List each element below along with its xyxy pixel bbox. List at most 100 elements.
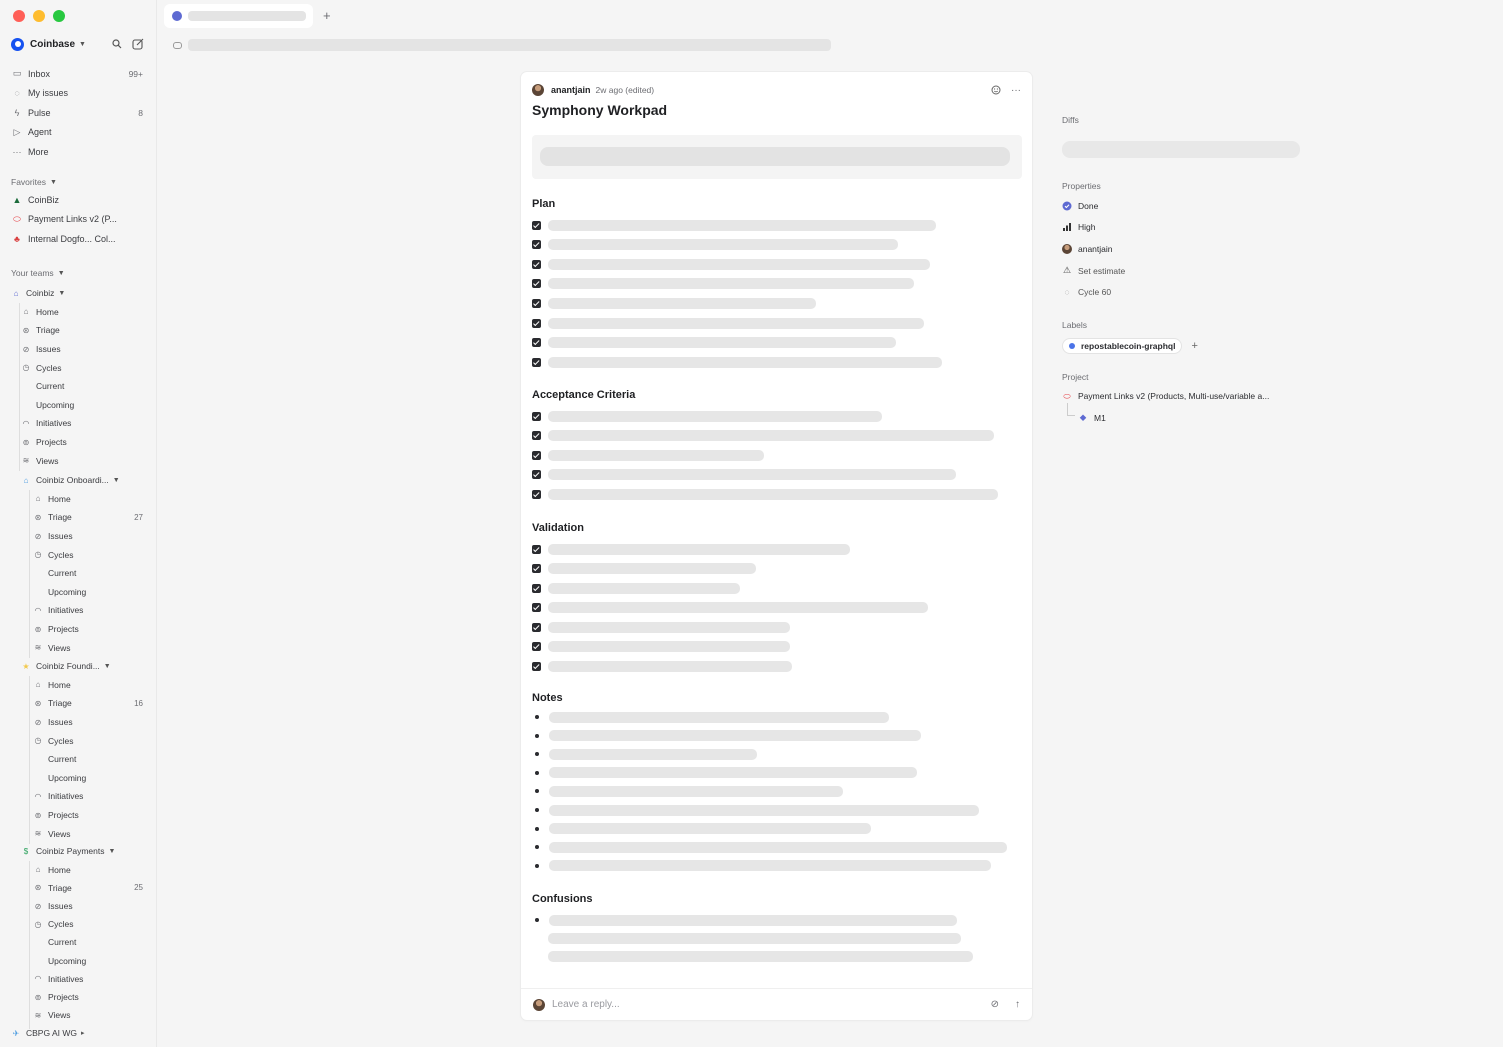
team-item-current[interactable]: Current [33,933,143,951]
team-item-cycles[interactable]: ◷ Cycles [21,358,143,377]
checked-checkbox[interactable] [532,661,541,671]
nav-my-issues[interactable]: ◌ My issues [11,84,143,104]
checked-checkbox[interactable] [532,450,541,460]
nav-more[interactable]: ··· More [11,142,143,162]
checked-checkbox[interactable] [532,583,541,593]
team-item-initiatives[interactable]: ◠ Initiatives [33,787,143,806]
new-issue-icon[interactable] [132,38,144,50]
team-item-views[interactable]: ≋ Views [33,824,143,843]
estimate-property[interactable]: ⚠ Set estimate [1062,260,1302,282]
more-options-icon[interactable]: ··· [1011,85,1021,96]
priority-property[interactable]: High [1062,217,1302,239]
close-window-button[interactable] [13,10,25,22]
label-chip[interactable]: repostablecoin-graphql [1062,337,1183,354]
team-item-views[interactable]: ≋ Views [21,451,143,470]
team-item-current[interactable]: Current [33,750,143,769]
checked-checkbox[interactable] [532,642,541,651]
author-name[interactable]: anantjain [551,85,591,95]
team-header[interactable]: ★ Coinbiz Foundi... ▼ [21,657,143,676]
bullet-item [532,730,921,742]
checked-checkbox[interactable] [532,431,541,441]
team-item-cycles[interactable]: ◷ Cycles [33,731,143,750]
cycle-property[interactable]: ◌ Cycle 60 [1062,281,1302,303]
favorite-coinbiz[interactable]: ▲ CoinBiz [11,190,143,210]
new-tab-button[interactable]: + [323,8,331,23]
nav-agent[interactable]: ▷ Agent [11,123,143,143]
team-item-initiatives[interactable]: ◠ Initiatives [33,970,143,988]
team-item-cycles[interactable]: ◷ Cycles [33,545,143,564]
redacted-text-placeholder [548,297,816,309]
nav-inbox[interactable]: ▭ Inbox 99+ [11,64,143,84]
checked-checkbox[interactable] [532,220,541,230]
team-header[interactable]: ⌂ Coinbiz Onboardi... ▼ [21,471,143,490]
team-item-projects[interactable]: ⊚ Projects [21,433,143,452]
workspace-switcher[interactable]: Coinbase [30,39,75,50]
your-teams-header[interactable]: Your teams ▼ [11,265,143,281]
browser-tab[interactable] [164,4,313,28]
chevron-down-icon[interactable]: ▼ [79,41,86,48]
team-item-projects[interactable]: ⊚ Projects [33,620,143,639]
team-item-triage[interactable]: ⊛ Triage 27 [33,508,143,527]
team-item-home[interactable]: ⌂ Home [33,861,143,879]
favorites-header[interactable]: Favorites ▼ [11,174,143,190]
project-property[interactable]: ⬭ Payment Links v2 (Products, Multi-use/… [1062,386,1302,408]
assignee-property[interactable]: anantjain [1062,238,1302,260]
team-item-current[interactable]: Current [21,377,143,396]
team-item-current[interactable]: Current [33,564,143,583]
team-header[interactable]: $ Coinbiz Payments ▼ [21,842,143,861]
team-item-triage[interactable]: ⊛ Triage 25 [33,879,143,897]
checked-checkbox[interactable] [532,279,541,289]
team-item-views[interactable]: ≋ Views [33,638,143,657]
team-item-upcoming[interactable]: Upcoming [33,952,143,970]
search-icon[interactable] [112,39,122,49]
checked-checkbox[interactable] [532,411,541,421]
team-item-issues[interactable]: ⊘ Issues [33,713,143,732]
team-item-issues[interactable]: ⊘ Issues [21,340,143,359]
checked-checkbox[interactable] [532,357,541,367]
checked-checkbox[interactable] [532,338,541,348]
checked-checkbox[interactable] [532,603,541,612]
team-item-issues[interactable]: ⊘ Issues [33,897,143,915]
checked-checkbox[interactable] [532,622,541,632]
team-item-views[interactable]: ≋ Views [33,1006,143,1024]
team-item-upcoming[interactable]: Upcoming [33,769,143,788]
checked-checkbox[interactable] [532,564,541,573]
checked-checkbox[interactable] [532,298,541,308]
team-item-home[interactable]: ⌂ Home [33,490,143,509]
comment-header: anantjain 2w ago (edited) ··· [532,83,1021,97]
checked-checkbox[interactable] [532,470,541,480]
team-item-projects[interactable]: ⊚ Projects [33,806,143,825]
minimize-window-button[interactable] [33,10,45,22]
team-item-cycles[interactable]: ◷ Cycles [33,915,143,933]
emoji-reaction-icon[interactable] [991,85,1001,95]
send-arrow-icon[interactable]: ↑ [1015,999,1020,1010]
redacted-text-placeholder [548,239,898,251]
checked-checkbox[interactable] [532,240,541,250]
team-item-issues[interactable]: ⊘ Issues [33,527,143,546]
team-item-upcoming[interactable]: Upcoming [21,396,143,415]
nav-pulse[interactable]: ϟ Pulse 8 [11,103,143,123]
team-header[interactable]: ✈ CBPG AI WG ▸ [11,1024,143,1043]
status-property[interactable]: Done [1062,195,1302,217]
attachment-icon[interactable]: ⊘ [991,999,999,1010]
favorite-payment-links[interactable]: ⬭ Payment Links v2 (P... [11,210,143,230]
team-item-initiatives[interactable]: ◠ Initiatives [21,414,143,433]
checked-checkbox[interactable] [532,318,541,328]
checked-checkbox[interactable] [532,489,541,499]
team-item-initiatives[interactable]: ◠ Initiatives [33,601,143,620]
team-item-triage[interactable]: ⊛ Triage 16 [33,694,143,713]
team-item-home[interactable]: ⌂ Home [33,676,143,695]
checked-checkbox[interactable] [532,544,541,554]
team-header[interactable]: ⌂ Coinbiz ▼ [11,284,143,303]
team-item-upcoming[interactable]: Upcoming [33,583,143,602]
maximize-window-button[interactable] [53,10,65,22]
reply-input[interactable] [552,999,932,1010]
checked-checkbox[interactable] [532,259,541,269]
team-item-projects[interactable]: ⊚ Projects [33,988,143,1006]
team-item-home[interactable]: ⌂ Home [21,303,143,322]
team-item-triage[interactable]: ⊛ Triage [21,321,143,340]
favorite-internal-dogfood[interactable]: ♣ Internal Dogfo... Col... [11,229,143,249]
add-label-button[interactable]: + [1191,340,1197,352]
milestone-property[interactable]: ◆ M1 [1062,403,1302,429]
avatar[interactable] [532,84,544,96]
